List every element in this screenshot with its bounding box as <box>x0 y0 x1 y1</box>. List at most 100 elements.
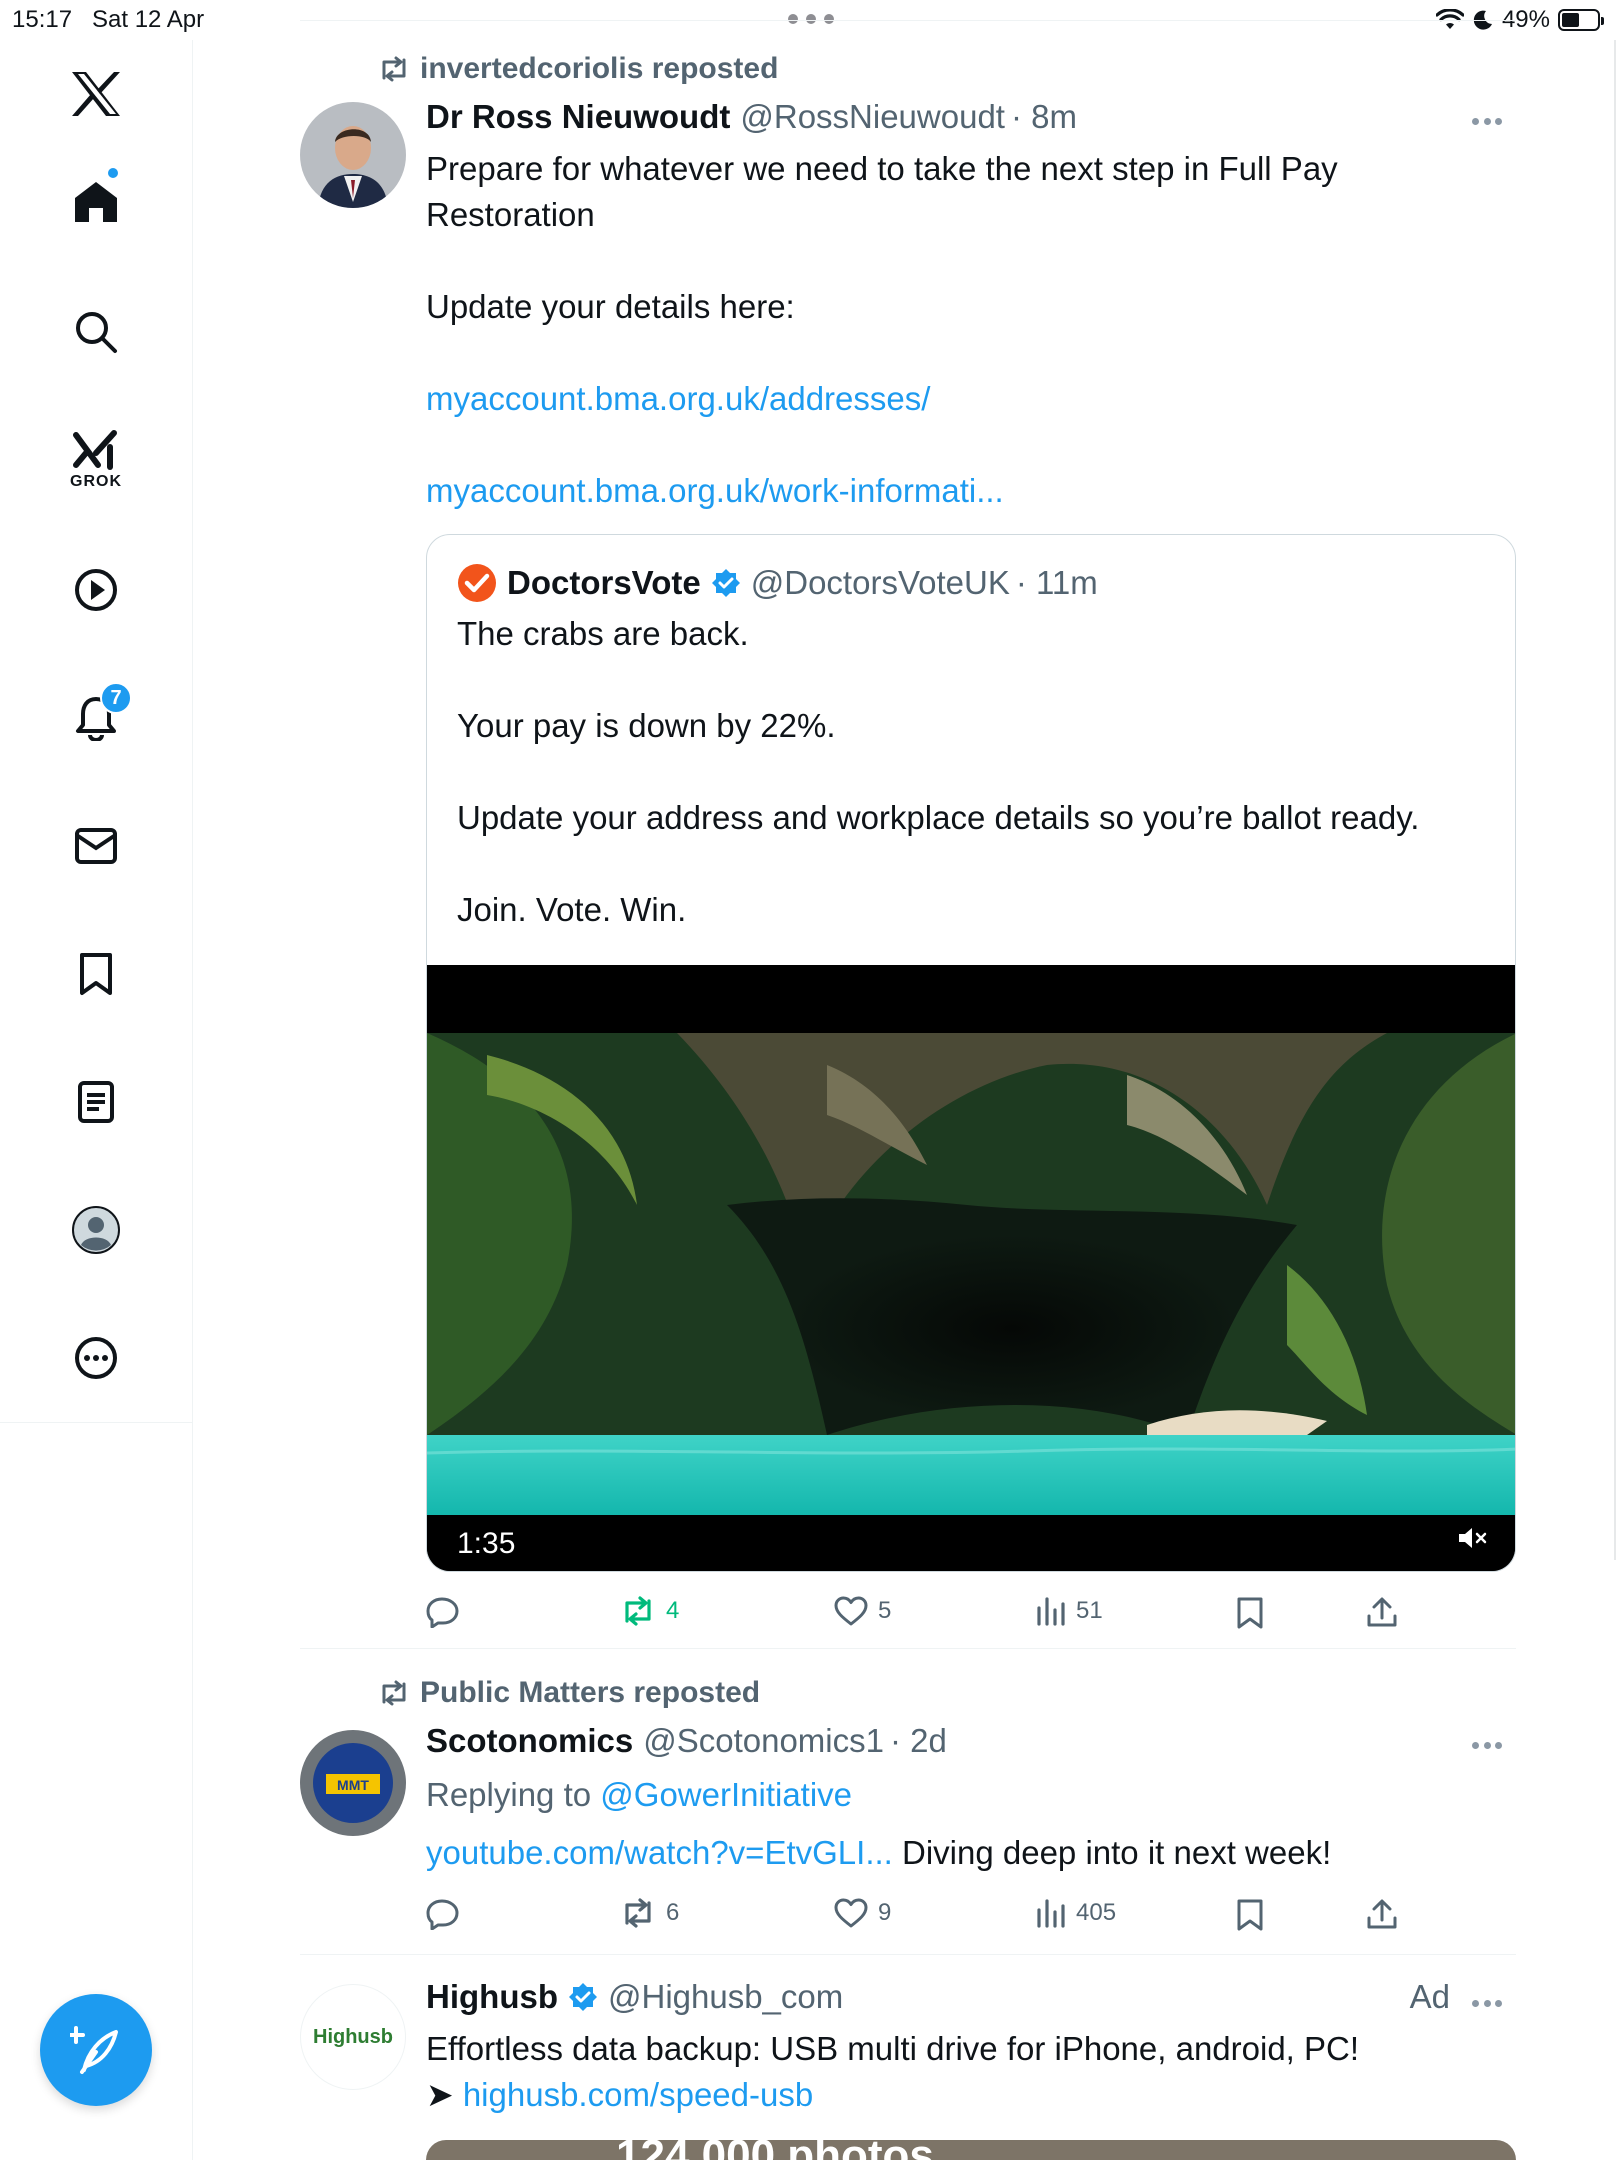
replying-to-line: Replying to @GowerInitiative <box>426 1772 1486 1818</box>
grok-icon <box>73 430 117 470</box>
x-logo-icon[interactable] <box>48 46 144 142</box>
ad-media-preview[interactable]: 124,000 photos <box>426 2140 1516 2160</box>
promoted-tweet-card[interactable]: Highusb Highusb @Highusb_com Ad Effortle… <box>300 1978 1516 2160</box>
author-avatar[interactable]: MMT <box>300 1730 406 1836</box>
tweet-divider <box>300 1954 1516 1955</box>
compose-post-button[interactable] <box>40 1994 152 2106</box>
repost-indicator: Public Matters reposted <box>378 1676 760 1710</box>
reply-button[interactable] <box>426 1898 460 1930</box>
quoted-author-name[interactable]: DoctorsVote <box>507 564 701 602</box>
nav-home[interactable] <box>48 154 144 250</box>
ad-label: Ad <box>1409 1978 1450 2015</box>
tweet-time[interactable]: · 8m <box>1011 98 1077 136</box>
home-icon <box>75 182 117 222</box>
more-options-icon[interactable] <box>1472 118 1502 126</box>
tweet-card[interactable]: invertedcoriolis reposted Dr Ross Nieuwo… <box>300 52 1516 1648</box>
author-handle[interactable]: @Scotonomics1 <box>643 1722 884 1760</box>
author-name[interactable]: Highusb <box>426 1978 558 2016</box>
nav-grok[interactable]: GROK <box>48 412 144 508</box>
multitasking-dots-icon[interactable] <box>788 14 834 24</box>
nav-bookmarks[interactable] <box>48 926 144 1022</box>
repost-count: 6 <box>666 1899 680 1926</box>
share-button[interactable] <box>1366 1898 1398 1930</box>
quoted-tweet[interactable]: DoctorsVote @DoctorsVoteUK · 11m The cra… <box>426 534 1516 1572</box>
verified-badge-icon <box>711 569 740 597</box>
video-thumbnail <box>427 965 1515 1571</box>
verified-badge-icon <box>568 1983 597 2011</box>
repost-button[interactable]: 4 <box>620 1596 679 1626</box>
author-handle[interactable]: @RossNieuwoudt <box>740 98 1005 136</box>
heart-icon <box>834 1596 868 1626</box>
more-options-icon[interactable] <box>1472 2000 1502 2008</box>
like-button[interactable]: 5 <box>834 1596 891 1626</box>
views-chart-icon <box>1037 1597 1065 1626</box>
author-name[interactable]: Scotonomics <box>426 1722 633 1760</box>
quoted-line-3: Update your address and workplace detail… <box>457 799 1420 836</box>
repost-button[interactable]: 6 <box>620 1898 679 1928</box>
nav-more[interactable] <box>48 1310 144 1406</box>
status-date: Sat 12 Apr <box>92 6 205 33</box>
advertiser-avatar[interactable]: Highusb <box>300 1984 406 2090</box>
more-circle-icon <box>75 1337 117 1379</box>
quoted-line-1: The crabs are back. <box>457 615 749 652</box>
like-button[interactable]: 9 <box>834 1898 891 1928</box>
tweet-link-youtube[interactable]: youtube.com/watch?v=EtvGLI... <box>426 1834 893 1871</box>
nav-explore[interactable] <box>48 284 144 380</box>
tweet-link-work-information[interactable]: myaccount.bma.org.uk/work-informati... <box>426 468 1486 514</box>
repost-indicator: invertedcoriolis reposted <box>378 52 778 86</box>
scrollbar[interactable] <box>1614 40 1616 1560</box>
reply-button[interactable] <box>426 1596 460 1628</box>
doctorsvote-avatar-icon[interactable] <box>457 563 497 603</box>
mute-icon[interactable] <box>1457 1525 1487 1551</box>
bookmark-button[interactable] <box>1236 1898 1264 1932</box>
views-chart-icon <box>1037 1899 1065 1928</box>
notifications-count-badge: 7 <box>100 682 132 714</box>
quoted-author-handle[interactable]: @DoctorsVoteUK <box>751 564 1010 602</box>
video-duration: 1:35 <box>457 1527 516 1560</box>
ad-link[interactable]: highusb.com/speed-usb <box>463 2076 813 2113</box>
more-options-icon[interactable] <box>1472 1742 1502 1750</box>
video-player[interactable]: 1:35 <box>427 965 1515 1571</box>
quoted-line-2: Your pay is down by 22%. <box>457 707 836 744</box>
reply-icon <box>426 1597 459 1628</box>
tweet-header: Scotonomics @Scotonomics1 · 2d <box>426 1722 947 1760</box>
nav-notifications[interactable]: 7 <box>48 670 144 766</box>
nav-videos[interactable] <box>48 542 144 638</box>
views-button[interactable]: 51 <box>1036 1596 1103 1626</box>
repost-icon <box>625 1898 651 1928</box>
tweet-actions: 6 9 405 <box>426 1898 1426 1938</box>
quoted-tweet-time[interactable]: · 11m <box>1016 564 1098 602</box>
views-button[interactable]: 405 <box>1036 1898 1116 1928</box>
bookmark-icon <box>80 953 112 995</box>
tweet-time[interactable]: · 2d <box>890 1722 947 1760</box>
ad-media-text: 124,000 photos <box>616 2140 934 2160</box>
envelope-icon <box>75 828 117 864</box>
bookmark-button[interactable] <box>1236 1596 1264 1630</box>
nav-profile[interactable] <box>48 1182 144 1278</box>
nav-articles[interactable] <box>48 1054 144 1150</box>
tweet-header: Dr Ross Nieuwoudt @RossNieuwoudt · 8m <box>426 98 1077 136</box>
repost-label[interactable]: invertedcoriolis reposted <box>420 52 778 86</box>
author-avatar[interactable] <box>300 102 406 208</box>
advertiser-avatar-text: Highusb <box>313 2025 393 2048</box>
tweet-link-addresses[interactable]: myaccount.bma.org.uk/addresses/ <box>426 376 1486 422</box>
repost-label[interactable]: Public Matters reposted <box>420 1676 760 1710</box>
share-button[interactable] <box>1366 1596 1398 1628</box>
home-new-dot <box>106 166 120 180</box>
tweet-text-2: Update your details here: <box>426 288 795 325</box>
author-name[interactable]: Dr Ross Nieuwoudt <box>426 98 730 136</box>
like-count: 9 <box>878 1899 892 1926</box>
feather-plus-icon <box>70 2026 118 2074</box>
repost-count: 4 <box>666 1597 680 1624</box>
replying-to-handle[interactable]: @GowerInitiative <box>600 1776 852 1813</box>
reply-icon <box>426 1899 459 1930</box>
bookmark-icon <box>1237 1899 1263 1931</box>
quoted-line-4: Join. Vote. Win. <box>457 891 687 928</box>
search-icon <box>76 312 117 353</box>
repost-icon <box>382 1680 406 1706</box>
side-navigation: GROK 7 <box>0 40 193 2160</box>
tweet-card[interactable]: Public Matters reposted MMT Scotonomics … <box>300 1676 1516 1952</box>
nav-messages[interactable] <box>48 798 144 894</box>
views-count: 51 <box>1076 1597 1103 1624</box>
author-handle[interactable]: @Highusb_com <box>608 1978 843 2016</box>
